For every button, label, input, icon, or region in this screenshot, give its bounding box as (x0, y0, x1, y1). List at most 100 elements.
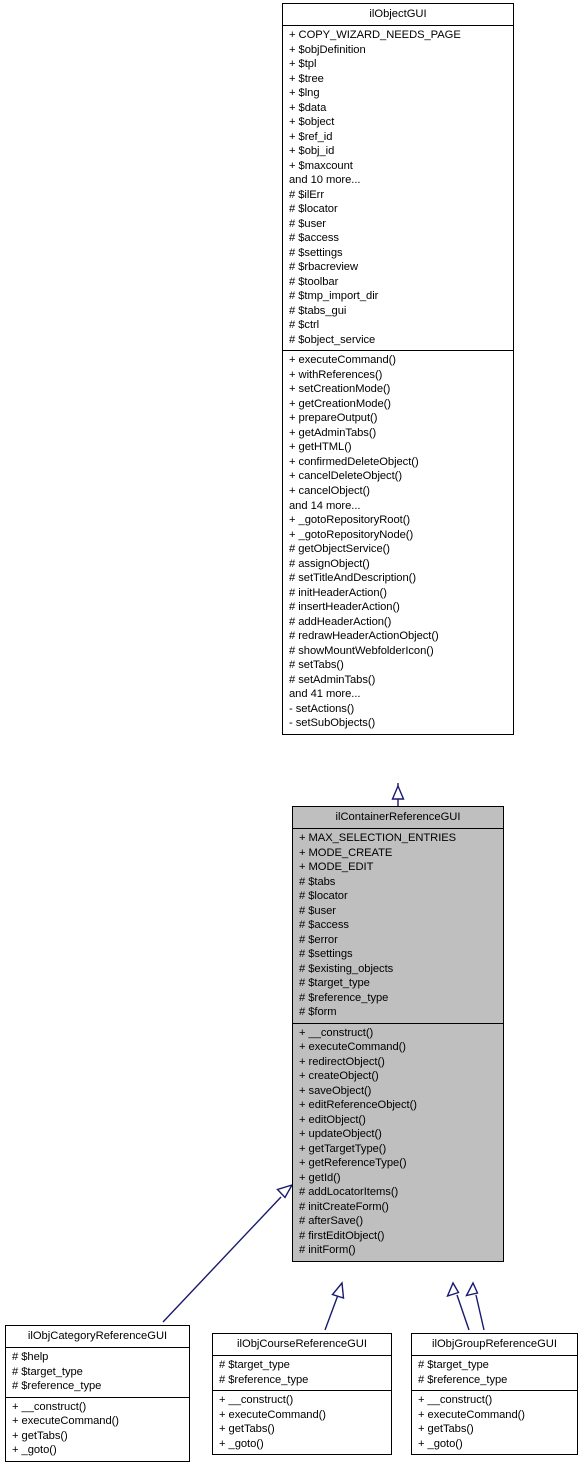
class-method: + redirectObject() (299, 1055, 385, 1068)
class-method: + getTabs() (418, 1423, 474, 1436)
class-attribute: # $settings (289, 246, 343, 259)
uml-class-diagram: ilObjectGUI + COPY_WIZARD_NEEDS_PAGE + $… (0, 0, 585, 1483)
class-method: + getCreationMode() (289, 397, 391, 410)
class-node-ilContainerReferenceGUI[interactable]: ilContainerReferenceGUI + MAX_SELECTION_… (292, 806, 504, 1262)
class-attribute: # $reference_type (299, 991, 389, 1004)
class-methods: + executeCommand() + withReferences() + … (283, 351, 513, 733)
class-method-more: and 41 more... (289, 688, 361, 701)
class-attribute: # $target_type (299, 977, 370, 990)
class-attribute: + $lng (289, 87, 320, 100)
class-attribute: # $form (299, 1006, 337, 1019)
class-method: # addHeaderAction() (289, 615, 392, 628)
class-method: + confirmedDeleteObject() (289, 455, 419, 468)
class-attribute: # $ilErr (289, 188, 325, 201)
class-attributes: # $help # $target_type # $reference_type (6, 1348, 189, 1397)
class-attribute: # $help (12, 1351, 49, 1363)
class-attribute: # $tabs_gui (289, 304, 347, 317)
class-attribute: # $reference_type (418, 1373, 508, 1386)
class-attribute: + MODE_CREATE (299, 846, 393, 859)
class-attribute: + $maxcount (289, 159, 353, 172)
class-attribute-more: and 10 more... (289, 174, 361, 187)
class-method: + executeCommand() (299, 1041, 406, 1054)
class-method: + setCreationMode() (289, 383, 391, 396)
class-title: ilObjCourseReferenceGUI (237, 1338, 367, 1350)
class-method: + getHTML() (289, 441, 352, 454)
class-method: # getObjectService() (289, 543, 390, 556)
class-methods: + __construct() + executeCommand() + get… (6, 1398, 189, 1461)
class-method: + createObject() (299, 1070, 379, 1083)
class-attribute: + COPY_WIZARD_NEEDS_PAGE (289, 29, 461, 41)
class-methods: + __construct() + executeCommand() + get… (213, 1391, 391, 1454)
class-title: ilObjGroupReferenceGUI (432, 1338, 557, 1350)
class-attribute: + MAX_SELECTION_ENTRIES (299, 832, 457, 844)
class-method: + getId() (299, 1171, 341, 1184)
class-method: + executeCommand() (219, 1408, 326, 1421)
class-method: + updateObject() (299, 1128, 382, 1141)
edge-group-to-container-a (446, 1281, 470, 1331)
class-attribute: # $settings (299, 948, 353, 961)
class-title: ilObjCategoryReferenceGUI (27, 1330, 168, 1342)
class-title: ilObjectGUI (369, 8, 427, 20)
class-method: # showMountWebfolderIcon() (289, 644, 434, 657)
class-method: + _gotoRepositoryRoot() (289, 514, 411, 527)
class-method: + _goto() (12, 1444, 57, 1457)
class-method: + getTabs() (12, 1429, 68, 1442)
class-method: + cancelObject() (289, 484, 370, 497)
class-attribute: # $locator (289, 203, 338, 216)
class-method: + executeCommand() (12, 1415, 119, 1428)
class-methods: + __construct() + executeCommand() + red… (293, 1024, 503, 1261)
class-method: + withReferences() (289, 368, 383, 381)
class-method: # addLocatorItems() (299, 1186, 399, 1199)
class-node-ilObjGroupReferenceGUI[interactable]: ilObjGroupReferenceGUI # $target_type # … (411, 1333, 578, 1456)
class-method: + executeCommand() (289, 354, 396, 367)
class-attribute: # $user (289, 217, 326, 230)
class-method: # initHeaderAction() (289, 586, 387, 599)
class-attribute: + $ref_id (289, 130, 333, 143)
class-attributes: # $target_type # $reference_type (412, 1356, 577, 1390)
class-node-ilObjCourseReferenceGUI[interactable]: ilObjCourseReferenceGUI # $target_type #… (212, 1333, 392, 1456)
class-attribute: + $objDefinition (289, 43, 366, 56)
class-method: + _goto() (418, 1437, 463, 1450)
edge-group-to-container-b (465, 1281, 485, 1331)
class-attribute: # $rbacreview (289, 261, 358, 274)
class-method: + __construct() (299, 1026, 374, 1039)
class-attribute: # $error (299, 933, 338, 946)
class-method: + getReferenceType() (299, 1157, 407, 1170)
class-method: + prepareOutput() (289, 412, 378, 425)
class-attribute: + MODE_EDIT (299, 861, 374, 874)
class-attribute: # $existing_objects (299, 962, 394, 975)
class-attributes: + MAX_SELECTION_ENTRIES + MODE_CREATE + … (293, 829, 503, 1023)
class-attribute: # $target_type (12, 1365, 83, 1378)
edge-category-to-container (162, 1183, 294, 1323)
class-method: + executeCommand() (418, 1408, 525, 1421)
class-method: - setActions() (289, 702, 355, 715)
class-method: - setSubObjects() (289, 717, 376, 730)
class-attribute: + $obj_id (289, 145, 335, 158)
class-attribute: # $access (289, 232, 339, 245)
class-method: + _goto() (219, 1437, 264, 1450)
class-methods: + __construct() + executeCommand() + get… (412, 1391, 577, 1454)
class-attribute: # $user (299, 904, 336, 917)
class-node-ilObjCategoryReferenceGUI[interactable]: ilObjCategoryReferenceGUI # $help # $tar… (5, 1325, 190, 1462)
class-method: + _gotoRepositoryNode() (289, 528, 414, 541)
class-method: # insertHeaderAction() (289, 601, 400, 614)
class-method: # setTitleAndDescription() (289, 572, 416, 585)
class-attribute: # $toolbar (289, 275, 339, 288)
class-attribute: # $tabs (299, 875, 336, 888)
class-attribute: + $object (289, 116, 335, 129)
class-method: + editObject() (299, 1113, 366, 1126)
class-method: # initCreateForm() (299, 1200, 389, 1213)
class-method: # afterSave() (299, 1215, 364, 1228)
edge-course-to-container (324, 1281, 345, 1331)
class-method: # setTabs() (289, 659, 344, 672)
class-attribute: # $tmp_import_dir (289, 290, 379, 303)
class-attributes: # $target_type # $reference_type (213, 1356, 391, 1390)
class-method: + __construct() (219, 1394, 294, 1407)
class-method: + getTargetType() (299, 1142, 387, 1155)
class-attribute: # $target_type (219, 1359, 290, 1371)
class-method: + getAdminTabs() (289, 426, 377, 439)
class-method: + __construct() (12, 1400, 87, 1413)
class-attribute: + $tpl (289, 58, 317, 71)
class-attribute: # $access (299, 919, 349, 932)
class-node-ilObjectGUI[interactable]: ilObjectGUI + COPY_WIZARD_NEEDS_PAGE + $… (282, 3, 514, 735)
